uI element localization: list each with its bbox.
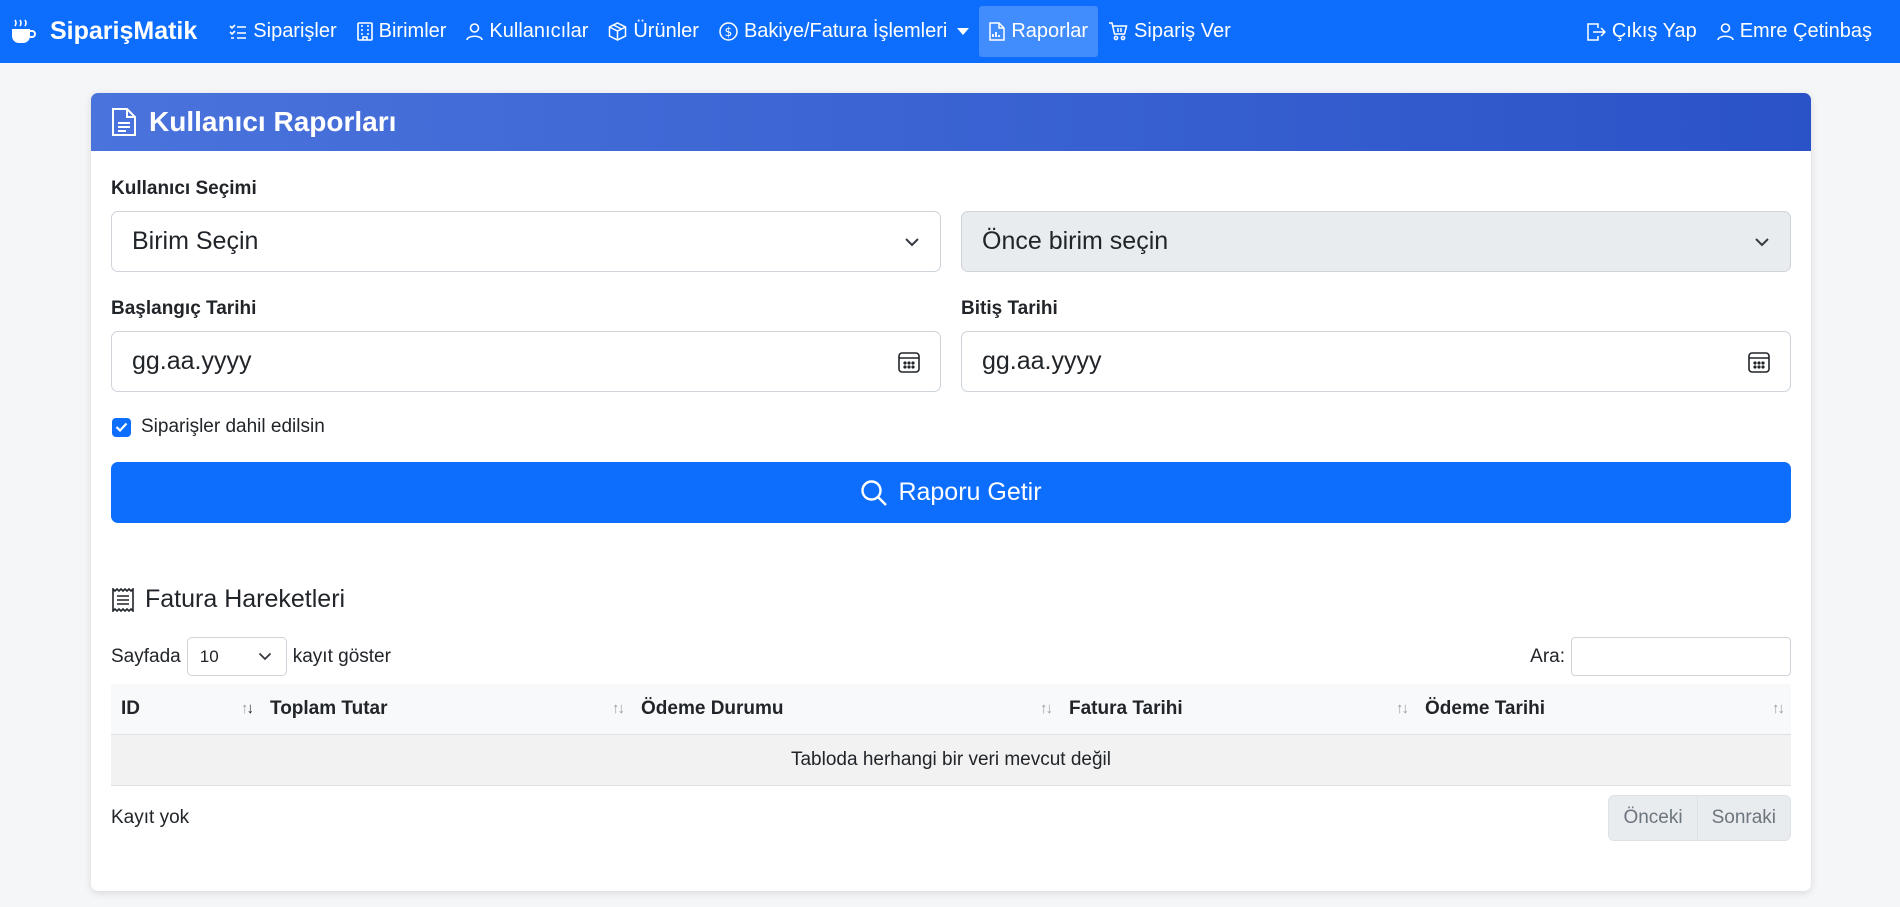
- person-icon: [466, 22, 484, 40]
- chevron-down-icon: [258, 652, 271, 661]
- nav-item-siparisler[interactable]: Siparişler: [219, 6, 346, 57]
- include-orders-checkbox[interactable]: [112, 417, 131, 437]
- nav-item-kullanicilar[interactable]: Kullanıcılar: [456, 6, 598, 57]
- start-date-label: Başlangıç Tarihi: [111, 298, 257, 319]
- include-orders-row: Siparişler dahil edilsin: [111, 416, 1791, 438]
- start-date-input[interactable]: gg.aa.yyyy: [111, 331, 941, 392]
- nav-item-siparis-ver[interactable]: Sipariş Ver: [1098, 6, 1241, 57]
- list-check-icon: [229, 23, 247, 39]
- person-icon: [1716, 22, 1734, 40]
- nav-item-urunler[interactable]: Ürünler: [598, 6, 709, 57]
- invoice-section-title: Fatura Hareketleri: [111, 585, 1791, 614]
- sort-icon: ↑↓: [612, 700, 625, 717]
- sort-icon: ↑↓: [1040, 700, 1053, 717]
- empty-table-message: Tabloda herhangi bir veri mevcut değil: [111, 734, 1791, 786]
- user-select-label: Kullanıcı Seçimi: [111, 178, 257, 199]
- sort-icon: ↑↓: [1772, 700, 1785, 717]
- cart-icon: [1109, 22, 1128, 41]
- coin-icon: $: [719, 22, 738, 41]
- coffee-cup-icon: [12, 19, 36, 43]
- report-icon: [989, 22, 1006, 41]
- end-date-input[interactable]: gg.aa.yyyy: [961, 331, 1791, 392]
- navbar: SiparişMatik Siparişler Birimler Kullanı…: [0, 0, 1900, 63]
- page-length-select[interactable]: 10: [186, 637, 287, 676]
- table-row: Tabloda herhangi bir veri mevcut değil: [111, 734, 1791, 786]
- table-info: Kayıt yok: [111, 806, 190, 828]
- column-header-total[interactable]: Toplam Tutar ↑↓: [260, 684, 631, 735]
- logout-link[interactable]: Çıkış Yap: [1577, 6, 1707, 57]
- nav-item-birimler[interactable]: Birimler: [347, 6, 457, 57]
- brand-name: SiparişMatik: [50, 17, 198, 45]
- calendar-icon: [898, 351, 920, 373]
- logout-icon: [1587, 22, 1606, 41]
- sort-icon: ↑↓: [1396, 700, 1409, 717]
- unit-select[interactable]: Birim Seçin: [111, 211, 941, 272]
- include-orders-label[interactable]: Siparişler dahil edilsin: [141, 416, 325, 438]
- chevron-down-icon: [1755, 237, 1769, 246]
- table-search: Ara:: [1530, 637, 1791, 676]
- box-icon: [609, 22, 627, 41]
- column-header-invoice-date[interactable]: Fatura Tarihi ↑↓: [1059, 684, 1415, 735]
- brand-link[interactable]: SiparişMatik: [10, 17, 197, 46]
- pagination: Önceki Sonraki: [1608, 794, 1791, 841]
- column-header-payment-date[interactable]: Ödeme Tarihi ↑↓: [1415, 684, 1791, 735]
- check-icon: [115, 422, 128, 432]
- document-icon: [112, 108, 136, 136]
- column-header-id[interactable]: ID ↑↓: [111, 684, 260, 735]
- next-page-button[interactable]: Sonraki: [1696, 795, 1790, 840]
- page-title: Kullanıcı Raporları: [149, 106, 397, 137]
- building-icon: [356, 22, 373, 41]
- chevron-down-icon: [957, 28, 970, 35]
- sort-icon: ↑↓: [241, 700, 254, 717]
- invoice-table: ID ↑↓ Toplam Tutar ↑↓ Ödeme Durumu ↑↓ Fatur…: [111, 684, 1791, 786]
- table-search-input[interactable]: [1571, 637, 1791, 676]
- user-select[interactable]: Önce birim seçin: [961, 211, 1791, 272]
- user-reports-card: Kullanıcı Raporları Kullanıcı Seçimi Bir…: [91, 93, 1811, 891]
- receipt-icon: [112, 587, 134, 612]
- nav-item-bakiye-fatura[interactable]: $ Bakiye/Fatura İşlemleri: [709, 6, 979, 57]
- page-length-control: Sayfada 10 kayıt göster: [111, 637, 391, 676]
- column-header-payment-status[interactable]: Ödeme Durumu ↑↓: [631, 684, 1059, 735]
- end-date-label: Bitiş Tarihi: [961, 298, 1058, 319]
- get-report-button[interactable]: Raporu Getir: [111, 462, 1791, 523]
- search-icon: [861, 479, 888, 506]
- chevron-down-icon: [905, 237, 919, 246]
- user-menu[interactable]: Emre Çetinbaş: [1707, 6, 1882, 57]
- prev-page-button[interactable]: Önceki: [1609, 796, 1696, 840]
- card-header: Kullanıcı Raporları: [91, 93, 1811, 151]
- nav-item-raporlar[interactable]: Raporlar: [979, 6, 1099, 57]
- calendar-icon: [1748, 351, 1770, 373]
- svg-text:$: $: [725, 25, 733, 39]
